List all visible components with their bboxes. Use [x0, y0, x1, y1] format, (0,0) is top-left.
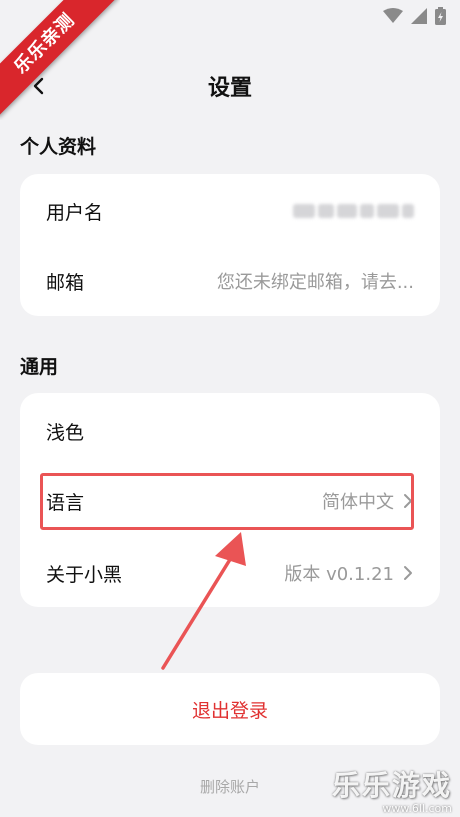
about-label: 关于小黑 — [46, 563, 123, 586]
page-title: 设置 — [207, 76, 252, 101]
about-value: 版本 v0.1.21 — [284, 564, 394, 585]
email-row[interactable]: 邮箱 您还未绑定邮箱，请去... — [20, 246, 440, 316]
language-row[interactable]: 语言 简体中文 — [20, 466, 440, 536]
wifi-icon — [383, 8, 403, 23]
section-title-profile: 个人资料 — [20, 136, 97, 158]
cell-signal-icon — [411, 8, 427, 24]
status-icons — [383, 7, 446, 25]
profile-card: 用户名 邮箱 您还未绑定邮箱，请去... — [20, 174, 440, 316]
theme-row[interactable]: 浅色 — [20, 396, 440, 466]
delete-account-link[interactable]: 删除账户 — [0, 776, 460, 797]
section-title-general: 通用 — [20, 356, 59, 378]
header: 设置 — [0, 60, 460, 110]
status-bar — [0, 0, 460, 34]
username-value-redacted — [293, 204, 414, 218]
language-label: 语言 — [46, 491, 85, 514]
battery-icon — [435, 7, 446, 25]
logout-label: 退出登录 — [191, 699, 268, 722]
email-value: 您还未绑定邮箱，请去... — [216, 272, 414, 293]
chevron-right-icon — [404, 494, 412, 508]
general-card: 浅色 语言 简体中文 关于小黑 版本 v0.1.21 — [20, 393, 440, 607]
about-row[interactable]: 关于小黑 版本 v0.1.21 — [20, 538, 440, 608]
username-row[interactable]: 用户名 — [20, 176, 440, 246]
language-value: 简体中文 — [322, 492, 394, 513]
logout-button[interactable]: 退出登录 — [20, 673, 440, 745]
username-label: 用户名 — [46, 201, 104, 224]
email-label: 邮箱 — [46, 271, 85, 294]
watermark-url-text: www.6ll.com — [382, 802, 452, 815]
chevron-right-icon — [404, 566, 412, 580]
theme-label: 浅色 — [46, 421, 85, 444]
